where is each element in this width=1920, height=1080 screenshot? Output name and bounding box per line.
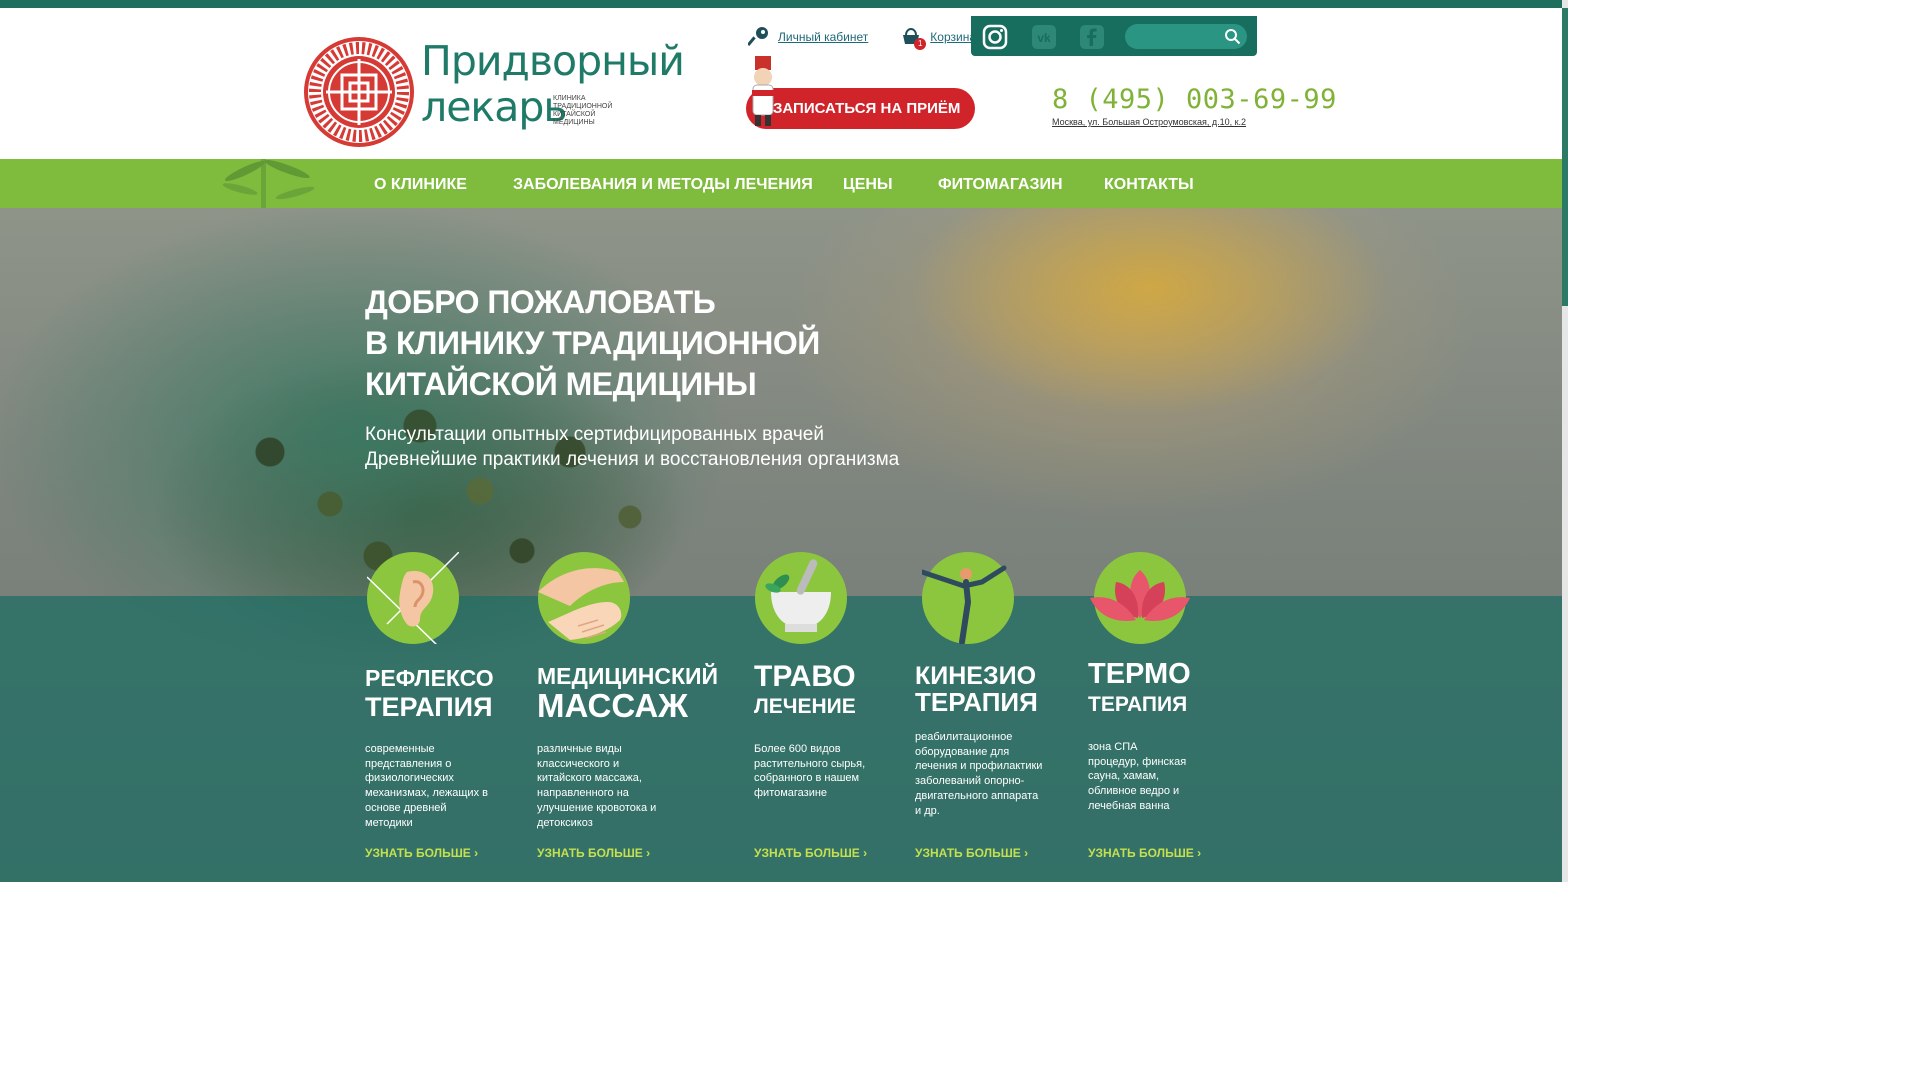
ear-icon [366,551,460,648]
hero-banner: ДОБРО ПОЖАЛОВАТЬ В КЛИНИКУ ТРАДИЦИОННОЙ … [0,208,1562,882]
top-strip [0,0,1568,8]
hero-subtitle-line2: Древнейшие практики лечения и восстановл… [365,449,900,470]
logo-subtitle: КЛИНИКА ТРАДИЦИОННОЙ КИТАЙСКОЙ МЕДИЦИНЫ [553,95,613,126]
cart-count-badge: 1 [914,38,927,50]
appointment-button[interactable]: ЗАПИСАТЬСЯ НА ПРИЁМ [746,88,975,129]
search-icon[interactable] [1224,28,1241,45]
learn-more-link[interactable]: УЗНАТЬ БОЛЬШЕ › [915,846,1028,860]
service-description: реабилитационное оборудование для лечени… [915,731,1043,817]
chevron-right-icon: › [1024,846,1029,860]
svg-text:vk: vk [1037,31,1051,45]
service-title-line2: ЛЕЧЕНИЕ [754,695,856,718]
main-nav: О КЛИНИКЕ ЗАБОЛЕВАНИЯ И МЕТОДЫ ЛЕЧЕНИЯ Ц… [0,159,1562,208]
cart-link[interactable]: Корзина [930,30,976,44]
service-title-line2: ТЕРАПИЯ [915,687,1038,717]
service-description: Более 600 видов растительного сырья, соб… [754,743,866,800]
lotus-icon [1090,552,1190,644]
key-icon [748,27,768,47]
account-link[interactable]: Личный кабинет [778,30,868,44]
service-title-line2: ТЕРАПИЯ [1088,693,1188,716]
scrollbar-thumb[interactable] [1562,8,1568,306]
instagram-icon[interactable] [980,22,1010,52]
learn-more-link[interactable]: УЗНАТЬ БОЛЬШЕ › [537,846,650,860]
chevron-right-icon: › [646,846,651,860]
facebook-icon[interactable] [1077,22,1107,52]
hero-title: ДОБРО ПОЖАЛОВАТЬ В КЛИНИКУ ТРАДИЦИОННОЙ … [365,282,820,405]
hero-title-line3: КИТАЙСКОЙ МЕДИЦИНЫ [365,366,757,402]
social-bar: vk [971,16,1257,56]
page: Придворный лекарь КЛИНИКА ТРАДИЦИОННОЙ К… [0,0,1568,882]
hero-subtitle-line1: Консультации опытных сертифицированных в… [365,424,824,445]
nav-item-diseases[interactable]: ЗАБОЛЕВАНИЯ И МЕТОДЫ ЛЕЧЕНИЯ [513,159,813,208]
learn-more-link[interactable]: УЗНАТЬ БОЛЬШЕ › [1088,846,1201,860]
yoga-pose-icon [919,552,1014,645]
service-title-line2: МАССАЖ [537,687,688,724]
service-title-line2: ТЕРАПИЯ [365,692,493,722]
nav-item-contacts[interactable]: КОНТАКТЫ [1104,159,1194,208]
learn-more-label: УЗНАТЬ БОЛЬШЕ [365,846,471,860]
vk-icon[interactable]: vk [1029,22,1059,52]
learn-more-label: УЗНАТЬ БОЛЬШЕ [915,846,1021,860]
logo-name-line1: Придворный [421,37,685,85]
cart-icon[interactable]: 1 [900,26,927,50]
service-description: зона СПА процедур, финская сауна, хамам,… [1088,741,1187,812]
address-link[interactable]: Москва, ул. Большая Остроумовская, д.10,… [1052,117,1246,127]
chevron-right-icon: › [1197,846,1202,860]
bamboo-decoration-icon [222,159,315,208]
hero-title-line2: В КЛИНИКУ ТРАДИЦИОННОЙ [365,325,820,361]
top-links: Личный кабинет 1 Корзина [748,24,976,50]
logo[interactable]: Придворный лекарь КЛИНИКА ТРАДИЦИОННОЙ К… [304,37,685,147]
learn-more-label: УЗНАТЬ БОЛЬШЕ [537,846,643,860]
logo-name-line2: лекарь [421,83,568,131]
service-description: современные представления о физиологичес… [365,743,488,829]
nav-item-phytoshop[interactable]: ФИТОМАГАЗИН [938,159,1063,208]
mortar-icon [755,552,847,644]
learn-more-label: УЗНАТЬ БОЛЬШЕ [1088,846,1194,860]
chevron-right-icon: › [863,846,868,860]
massage-hands-icon [538,552,630,644]
phone-number[interactable]: 8 (495) 003-69-99 [1052,84,1337,115]
hero-title-line1: ДОБРО ПОЖАЛОВАТЬ [365,284,716,320]
nav-item-about[interactable]: О КЛИНИКЕ [374,159,467,208]
service-title-line1: ТРАВО [754,660,856,693]
learn-more-label: УЗНАТЬ БОЛЬШЕ [754,846,860,860]
service-title-line1: ТЕРМО [1088,658,1191,690]
learn-more-link[interactable]: УЗНАТЬ БОЛЬШЕ › [365,846,478,860]
service-description: различные виды классического и китайског… [537,743,657,829]
service-title-line1: РЕФЛЕКСО [365,665,494,691]
search-input[interactable] [1135,28,1221,45]
hero-subtitle: Консультации опытных сертифицированных в… [365,422,899,472]
chevron-right-icon: › [474,846,479,860]
doctor-mascot-icon [752,56,774,126]
learn-more-link[interactable]: УЗНАТЬ БОЛЬШЕ › [754,846,867,860]
site-header: Придворный лекарь КЛИНИКА ТРАДИЦИОННОЙ К… [0,8,1562,159]
nav-item-prices[interactable]: ЦЕНЫ [843,159,893,208]
seal-icon [304,37,414,147]
scrollbar[interactable] [1562,0,1568,882]
search-box [1125,24,1247,49]
